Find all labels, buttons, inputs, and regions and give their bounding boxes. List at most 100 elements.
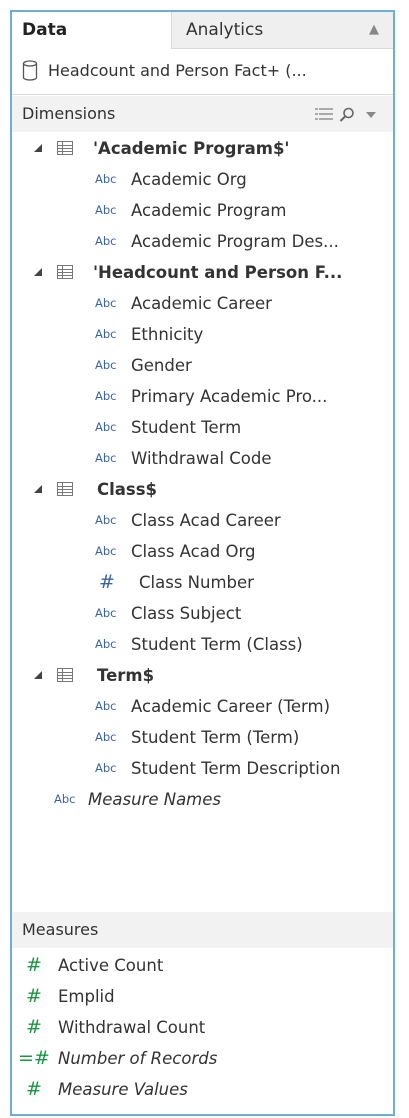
table-group-row[interactable]: 'Headcount and Person F... xyxy=(12,257,393,288)
dimension-field-name: Academic Program xyxy=(131,201,287,220)
data-pane: Data Analytics ▲ Headcount and Person Fa… xyxy=(10,10,395,1116)
measures-label: Measures xyxy=(22,920,99,939)
data-source-item[interactable]: Headcount and Person Fact+ (... xyxy=(12,49,393,95)
string-type-icon: Abc xyxy=(95,513,117,527)
string-type-icon: Abc xyxy=(95,327,117,341)
measure-field[interactable]: # Emplid xyxy=(12,981,393,1012)
dimension-field[interactable]: Abc Class Acad Org xyxy=(12,536,393,567)
table-name: 'Academic Program$' xyxy=(93,139,290,158)
measure-field-name: Emplid xyxy=(58,987,115,1006)
string-type-icon: Abc xyxy=(95,761,117,775)
dimension-field-name: Class Acad Org xyxy=(131,542,256,561)
table-name: Class$ xyxy=(97,480,158,499)
dimension-field-name: Gender xyxy=(131,356,192,375)
up-down-arrows-icon[interactable]: ▲ xyxy=(369,12,379,48)
string-type-icon: Abc xyxy=(95,296,117,310)
triangle-expanded-icon[interactable] xyxy=(34,268,43,277)
table-icon xyxy=(57,482,73,496)
dropdown-arrow-icon[interactable] xyxy=(365,111,377,119)
dimension-field[interactable]: Abc Gender xyxy=(12,350,393,381)
dimension-field-name: Class Number xyxy=(139,573,254,592)
number-type-icon: # xyxy=(26,954,42,976)
string-type-icon: Abc xyxy=(95,420,117,434)
dimension-field-name: Student Term Description xyxy=(131,759,341,778)
dimension-field-name: Withdrawal Code xyxy=(131,449,272,468)
dimension-field[interactable]: Abc Primary Academic Pro... xyxy=(12,381,393,412)
dimension-field[interactable]: Abc Academic Program Des... xyxy=(12,226,393,257)
dimension-field[interactable]: Abc Class Subject xyxy=(12,598,393,629)
string-type-icon: Abc xyxy=(95,172,117,186)
tab-analytics[interactable]: Analytics ▲ xyxy=(172,12,393,49)
calculated-number-icon: =# xyxy=(18,1047,50,1069)
dimension-field[interactable]: Abc Student Term Description xyxy=(12,753,393,784)
dimension-field-name: Measure Names xyxy=(88,790,222,809)
dimension-field-name: Student Term (Class) xyxy=(131,635,303,654)
list-view-icon[interactable] xyxy=(315,107,333,121)
dimension-field-name: Class Acad Career xyxy=(131,511,281,530)
dimension-field-name: Academic Career xyxy=(131,294,272,313)
table-icon xyxy=(57,141,73,155)
measure-field[interactable]: # Active Count xyxy=(12,950,393,981)
dimension-field-name: Primary Academic Pro... xyxy=(131,387,328,406)
string-type-icon: Abc xyxy=(95,358,117,372)
tab-analytics-label: Analytics xyxy=(186,20,264,40)
triangle-expanded-icon[interactable] xyxy=(34,485,43,494)
dimension-field[interactable]: # Class Number xyxy=(12,567,393,598)
dimension-field[interactable]: Abc Academic Program xyxy=(12,195,393,226)
string-type-icon: Abc xyxy=(95,637,117,651)
database-cylinder-icon xyxy=(22,60,38,81)
search-icon[interactable] xyxy=(339,107,355,123)
measure-field[interactable]: # Measure Values xyxy=(12,1074,393,1105)
dimension-field[interactable]: Abc Ethnicity xyxy=(12,319,393,350)
table-name: Term$ xyxy=(97,666,155,685)
string-type-icon: Abc xyxy=(95,234,117,248)
dimension-field[interactable]: Abc Academic Career (Term) xyxy=(12,691,393,722)
measure-field-name: Measure Values xyxy=(58,1080,188,1099)
table-group-row[interactable]: Term$ xyxy=(12,660,393,691)
string-type-icon: Abc xyxy=(54,792,76,806)
dimension-field-name: Academic Career (Term) xyxy=(131,697,331,716)
dimension-field[interactable]: Abc Withdrawal Code xyxy=(12,443,393,474)
dimension-field-name: Academic Org xyxy=(131,170,247,189)
dimension-field-name: Academic Program Des... xyxy=(131,232,339,251)
table-name: 'Headcount and Person F... xyxy=(93,263,343,282)
dimension-field[interactable]: Abc Academic Org xyxy=(12,164,393,195)
string-type-icon: Abc xyxy=(95,389,117,403)
triangle-expanded-icon[interactable] xyxy=(34,671,43,680)
dimensions-label: Dimensions xyxy=(22,104,116,123)
dimensions-header: Dimensions xyxy=(12,96,393,132)
dimension-field[interactable]: Abc Student Term (Term) xyxy=(12,722,393,753)
dimension-field[interactable]: Abc Measure Names xyxy=(12,784,393,815)
number-type-icon: # xyxy=(99,571,115,593)
data-source-name: Headcount and Person Fact+ (... xyxy=(48,61,307,80)
measures-header: Measures xyxy=(12,912,393,948)
dimension-field-name: Student Term (Term) xyxy=(131,728,300,747)
string-type-icon: Abc xyxy=(95,699,117,713)
measure-field-name: Withdrawal Count xyxy=(58,1018,206,1037)
measure-field[interactable]: # Withdrawal Count xyxy=(12,1012,393,1043)
dimension-field-name: Class Subject xyxy=(131,604,242,623)
dimension-field[interactable]: Abc Student Term xyxy=(12,412,393,443)
dimension-field[interactable]: Abc Class Acad Career xyxy=(12,505,393,536)
measure-field-name: Number of Records xyxy=(58,1049,218,1068)
number-type-icon: # xyxy=(26,1078,42,1100)
dimension-field-name: Ethnicity xyxy=(131,325,204,344)
measure-field-name: Active Count xyxy=(58,956,164,975)
table-icon xyxy=(57,668,73,682)
tab-data[interactable]: Data xyxy=(12,12,172,49)
string-type-icon: Abc xyxy=(95,451,117,465)
string-type-icon: Abc xyxy=(95,203,117,217)
string-type-icon: Abc xyxy=(95,606,117,620)
dimension-field[interactable]: Abc Academic Career xyxy=(12,288,393,319)
table-icon xyxy=(57,265,73,279)
table-group-row[interactable]: 'Academic Program$' xyxy=(12,133,393,164)
dimension-field[interactable]: Abc Student Term (Class) xyxy=(12,629,393,660)
dimensions-tools xyxy=(315,96,383,132)
string-type-icon: Abc xyxy=(95,544,117,558)
string-type-icon: Abc xyxy=(95,730,117,744)
measure-field[interactable]: =# Number of Records xyxy=(12,1043,393,1074)
table-group-row[interactable]: Class$ xyxy=(12,474,393,505)
pane-tabs: Data Analytics ▲ xyxy=(12,12,393,49)
number-type-icon: # xyxy=(26,985,42,1007)
triangle-expanded-icon[interactable] xyxy=(34,144,43,153)
